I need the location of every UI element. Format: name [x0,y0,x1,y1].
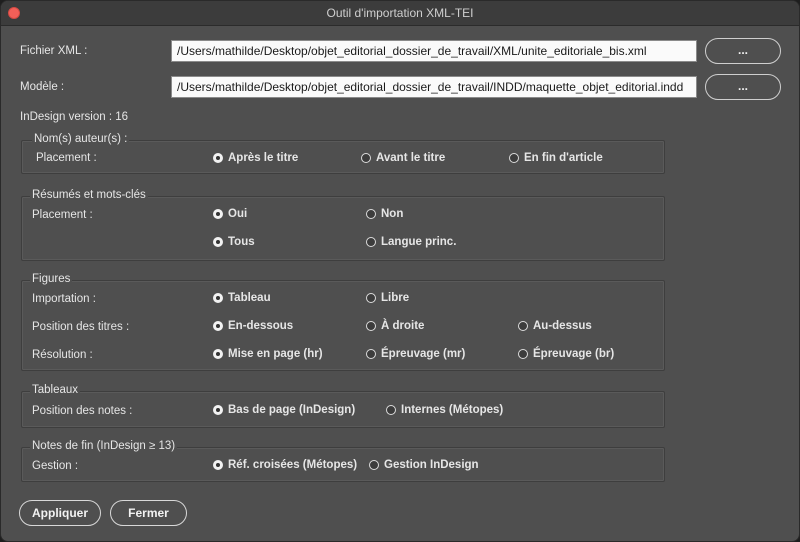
figures-titles-position-label: Position des titres : [32,321,130,333]
xml-file-label: Fichier XML : [20,45,88,57]
radio-icon [366,237,376,247]
model-browse-button[interactable]: ... [705,74,781,100]
radio-selected-icon [213,293,223,303]
endnotes-group-title: Notes de fin (InDesign ≥ 13) [30,440,178,452]
radio-abstracts-yes[interactable]: Oui [213,208,247,220]
radio-before-title[interactable]: Avant le titre [361,152,445,164]
xml-file-path-field[interactable]: /Users/mathilde/Desktop/objet_editorial_… [171,40,697,62]
radio-figures-table[interactable]: Tableau [213,292,271,304]
radio-icon [518,349,528,359]
title-bar: Outil d'importation XML-TEI [1,1,799,26]
radio-titles-above[interactable]: Au-dessus [518,320,592,332]
tables-group-title: Tableaux [30,384,81,396]
figures-import-label: Importation : [32,293,96,305]
radio-selected-icon [213,349,223,359]
radio-after-title[interactable]: Après le titre [213,152,298,164]
model-file-label: Modèle : [20,81,65,93]
apply-button[interactable]: Appliquer [19,500,101,526]
indesign-version-text: InDesign version : 16 [20,111,129,123]
authors-placement-label: Placement : [36,152,97,164]
radio-icon [509,153,519,163]
radio-titles-right[interactable]: À droite [366,320,424,332]
radio-icon [366,293,376,303]
radio-figures-free[interactable]: Libre [366,292,409,304]
radio-icon [361,153,371,163]
radio-icon [369,460,379,470]
radio-titles-below[interactable]: En-dessous [213,320,293,332]
radio-selected-icon [213,405,223,415]
radio-end-of-article[interactable]: En fin d'article [509,152,603,164]
model-file-path-field[interactable]: /Users/mathilde/Desktop/objet_editorial_… [171,76,697,98]
abstracts-group-title: Résumés et mots-clés [30,189,148,201]
radio-selected-icon [213,209,223,219]
radio-notes-internal[interactable]: Internes (Métopes) [386,404,503,416]
abstracts-placement-label: Placement : [32,209,93,221]
radio-selected-icon [213,153,223,163]
radio-selected-icon [213,460,223,470]
close-button[interactable]: Fermer [110,500,187,526]
radio-icon [518,321,528,331]
radio-abstracts-no[interactable]: Non [366,208,403,220]
radio-selected-icon [213,321,223,331]
radio-res-proof-mr[interactable]: Épreuvage (mr) [366,348,465,360]
authors-group-title: Nom(s) auteur(s) : [32,133,130,145]
radio-abstracts-all[interactable]: Tous [213,236,255,248]
endnotes-management-label: Gestion : [32,460,79,472]
radio-icon [366,321,376,331]
xml-browse-button[interactable]: ... [705,38,781,64]
radio-icon [366,209,376,219]
radio-res-layout-hr[interactable]: Mise en page (hr) [213,348,323,360]
radio-endnotes-indesign[interactable]: Gestion InDesign [369,459,479,471]
radio-selected-icon [213,237,223,247]
import-dialog: Outil d'importation XML-TEI Fichier XML … [0,0,800,542]
tables-notes-position-label: Position des notes : [32,405,133,417]
radio-icon [386,405,396,415]
window-title: Outil d'importation XML-TEI [326,6,474,20]
radio-res-proof-br[interactable]: Épreuvage (br) [518,348,614,360]
figures-group-title: Figures [30,273,73,285]
radio-endnotes-crossref[interactable]: Réf. croisées (Métopes) [213,459,357,471]
radio-notes-footnote[interactable]: Bas de page (InDesign) [213,404,355,416]
radio-icon [366,349,376,359]
figures-resolution-label: Résolution : [32,349,93,361]
abstracts-group [21,196,665,261]
radio-abstracts-main-lang[interactable]: Langue princ. [366,236,456,248]
